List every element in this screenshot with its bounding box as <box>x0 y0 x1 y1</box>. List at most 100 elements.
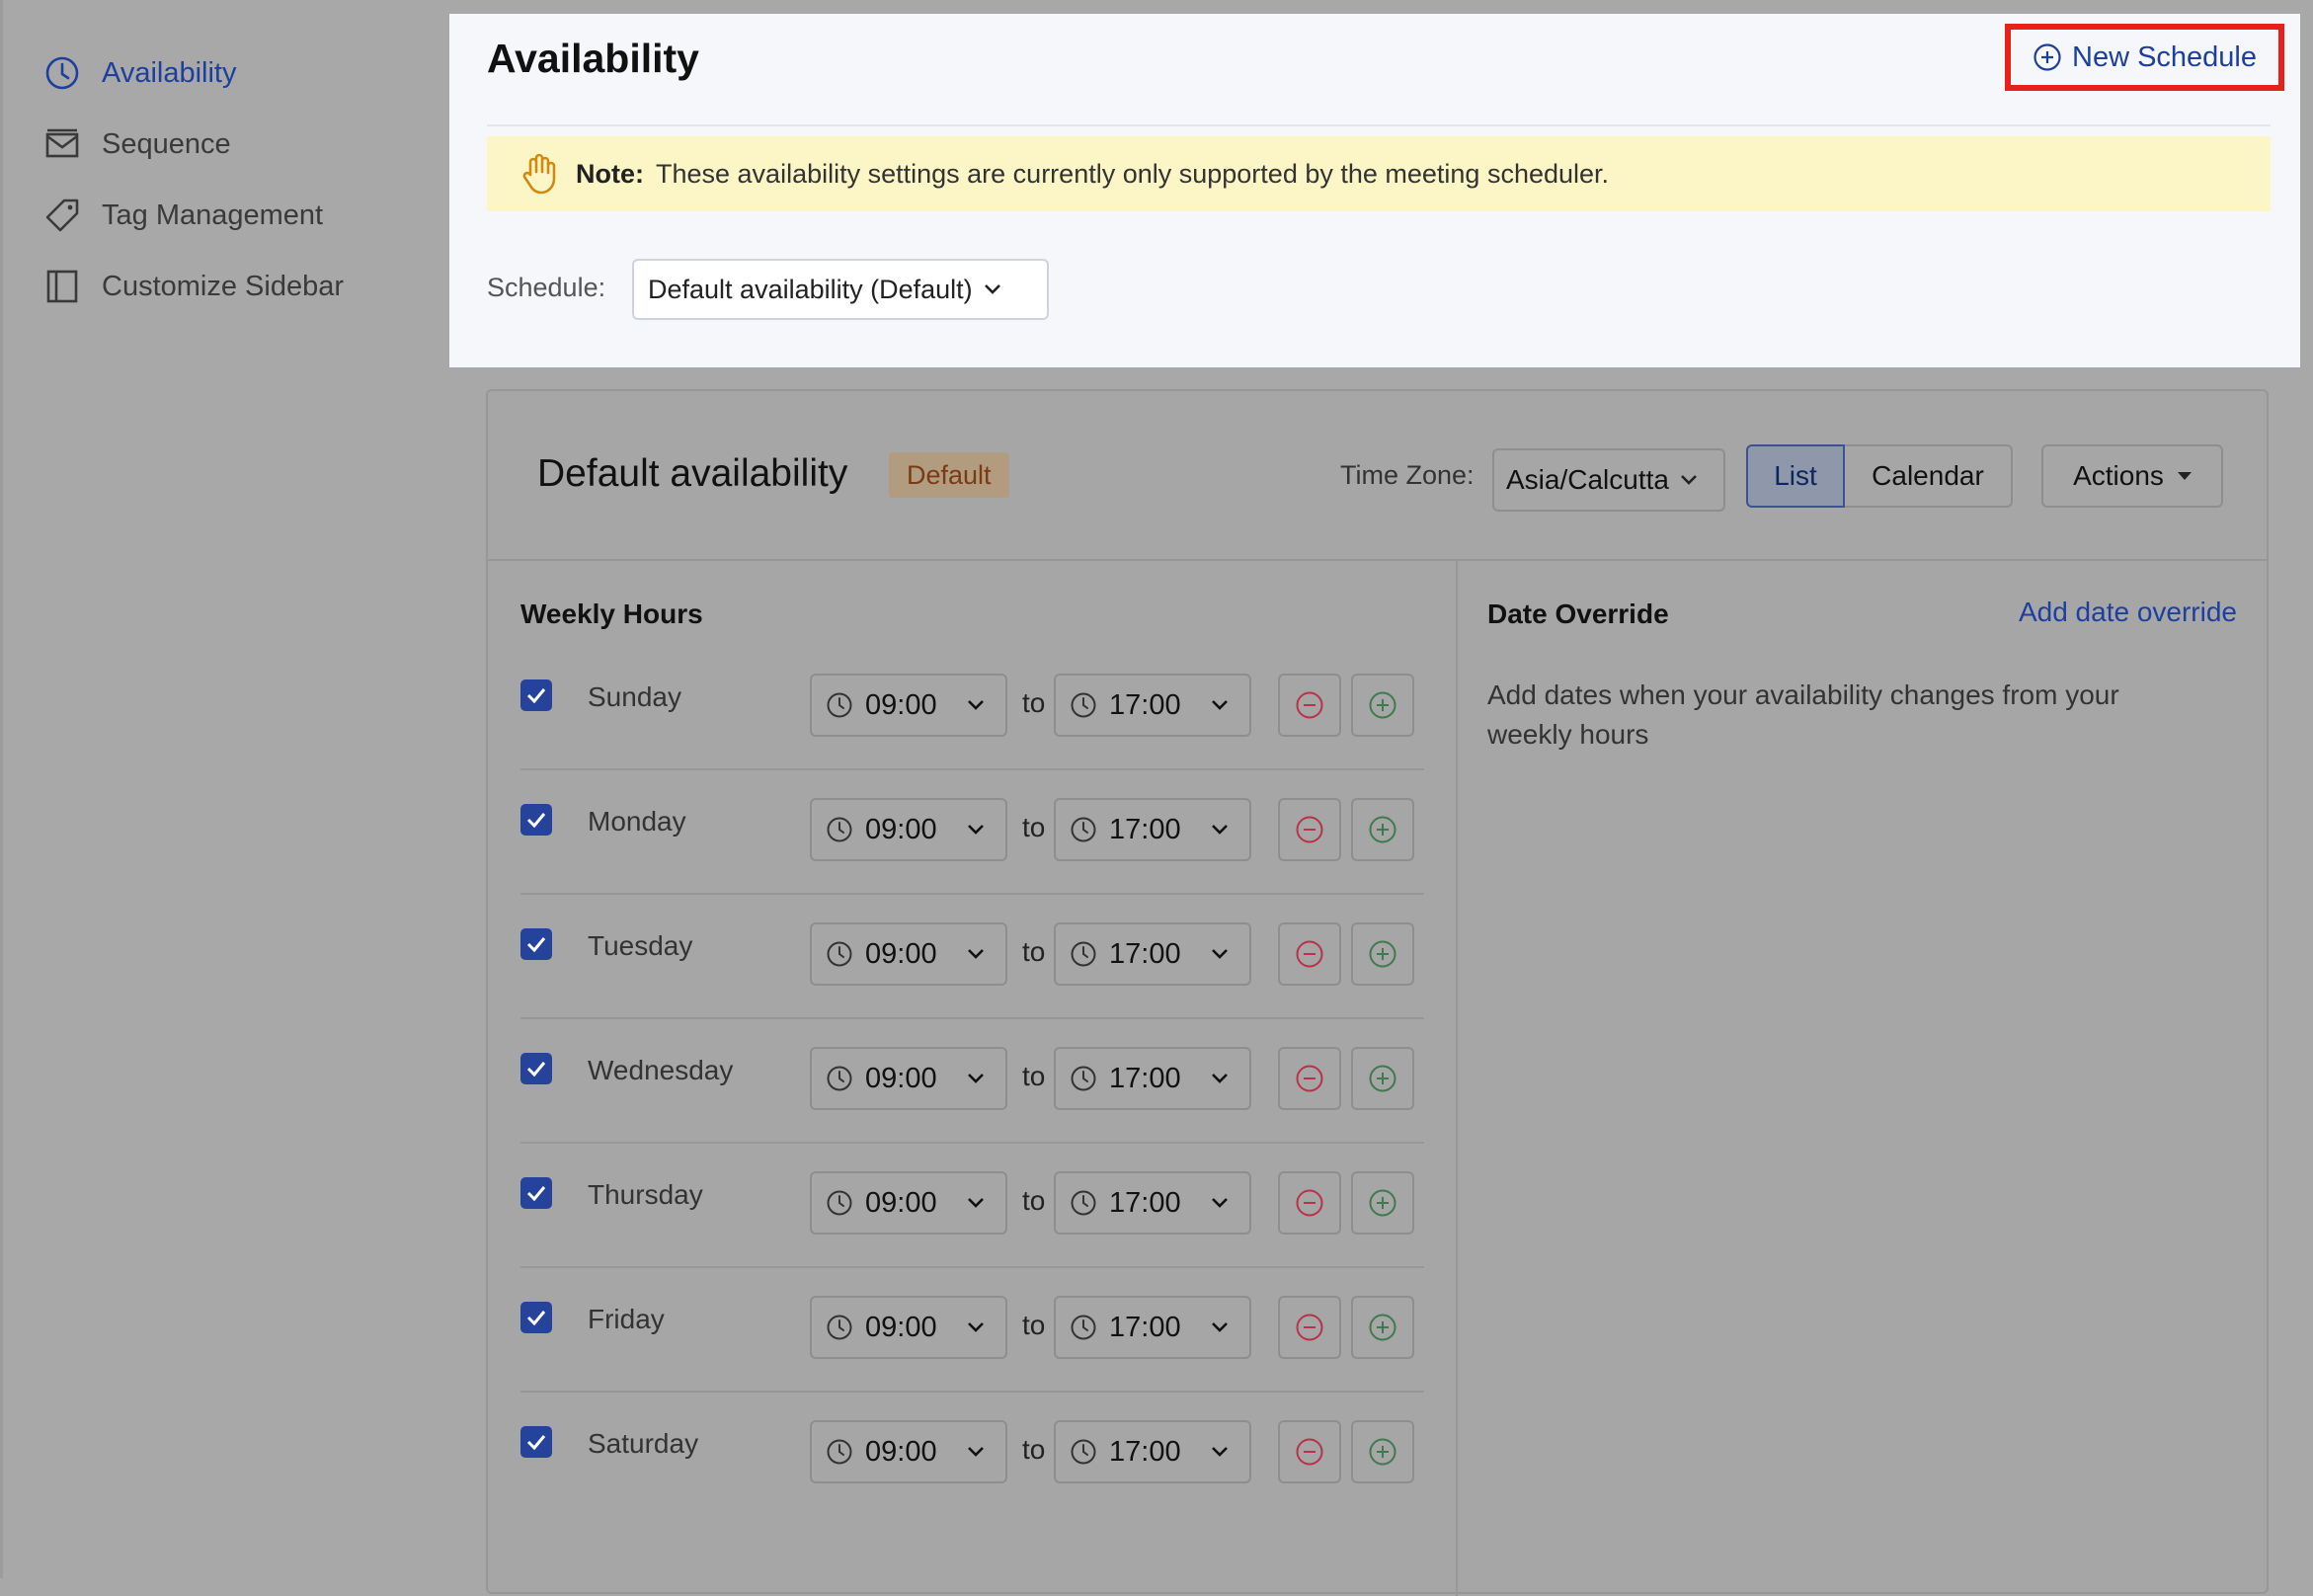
day-label: Sunday <box>588 681 681 712</box>
clock-icon <box>826 1438 853 1466</box>
day-row-friday: Friday 09:00 to 17:00 <box>520 1266 1424 1393</box>
plus-circle-icon <box>1368 690 1397 720</box>
clock-icon <box>1070 1189 1097 1217</box>
add-time-button[interactable] <box>1351 674 1414 737</box>
header-divider <box>487 124 2271 126</box>
end-time-select[interactable]: 17:00 <box>1054 922 1251 986</box>
day-checkbox[interactable] <box>520 679 552 711</box>
start-time-value: 09:00 <box>865 1311 937 1343</box>
day-label: Friday <box>588 1304 665 1334</box>
clock-icon <box>826 1314 853 1341</box>
add-time-button[interactable] <box>1351 1420 1414 1483</box>
start-time-value: 09:00 <box>865 813 937 845</box>
start-time-select[interactable]: 09:00 <box>810 798 1007 861</box>
caret-down-icon <box>2177 472 2192 480</box>
sidebar-item-customize-sidebar[interactable]: Customize Sidebar <box>42 257 344 316</box>
day-checkbox[interactable] <box>520 928 552 960</box>
clock-icon <box>1070 940 1097 968</box>
end-time-value: 17:00 <box>1109 1186 1181 1219</box>
sidebar-item-availability[interactable]: Availability <box>42 43 236 103</box>
card-header: Default availability Default Time Zone: … <box>488 391 2267 561</box>
add-time-button[interactable] <box>1351 1171 1414 1235</box>
start-time-select[interactable]: 09:00 <box>810 1171 1007 1235</box>
day-checkbox[interactable] <box>520 1302 552 1333</box>
end-time-select[interactable]: 17:00 <box>1054 798 1251 861</box>
schedule-select[interactable]: Default availability (Default) <box>632 259 1049 320</box>
remove-time-button[interactable] <box>1278 922 1341 986</box>
minus-circle-icon <box>1295 1064 1324 1093</box>
day-checkbox[interactable] <box>520 1426 552 1458</box>
start-time-select[interactable]: 09:00 <box>810 1296 1007 1359</box>
sidebar-layout-icon <box>42 267 82 306</box>
day-row-saturday: Saturday 09:00 to 17:00 <box>520 1391 1424 1515</box>
start-time-select[interactable]: 09:00 <box>810 922 1007 986</box>
sidebar-item-sequence[interactable]: Sequence <box>42 115 231 174</box>
timezone-select[interactable]: Asia/Calcutta <box>1492 448 1725 512</box>
chevron-down-icon <box>966 823 986 837</box>
end-time-select[interactable]: 17:00 <box>1054 1420 1251 1483</box>
plus-circle-icon <box>1368 1437 1397 1467</box>
clock-icon <box>1070 1065 1097 1092</box>
date-override-description: Add dates when your availability changes… <box>1487 679 2119 750</box>
availability-card: Default availability Default Time Zone: … <box>486 389 2269 1596</box>
day-checkbox[interactable] <box>520 1177 552 1209</box>
to-label: to <box>1022 1061 1046 1091</box>
plus-circle-icon <box>1368 815 1397 844</box>
remove-time-button[interactable] <box>1278 674 1341 737</box>
add-time-button[interactable] <box>1351 798 1414 861</box>
checkmark-icon <box>525 1309 547 1326</box>
remove-time-button[interactable] <box>1278 1047 1341 1110</box>
day-row-wednesday: Wednesday 09:00 to 17:00 <box>520 1017 1424 1144</box>
chevron-down-icon <box>1679 473 1699 487</box>
end-time-select[interactable]: 17:00 <box>1054 674 1251 737</box>
minus-circle-icon <box>1295 939 1324 969</box>
weekly-hours-title: Weekly Hours <box>520 598 703 629</box>
start-time-select[interactable]: 09:00 <box>810 1047 1007 1110</box>
actions-label: Actions <box>2073 460 2164 491</box>
remove-time-button[interactable] <box>1278 1296 1341 1359</box>
schedule-select-value: Default availability (Default) <box>648 274 973 304</box>
day-row-tuesday: Tuesday 09:00 to 17:00 <box>520 893 1424 1019</box>
new-schedule-button[interactable]: New Schedule <box>2005 24 2284 91</box>
clock-icon <box>1070 691 1097 719</box>
end-time-select[interactable]: 17:00 <box>1054 1171 1251 1235</box>
add-time-button[interactable] <box>1351 922 1414 986</box>
tag-icon <box>42 196 82 235</box>
clock-icon <box>1070 816 1097 843</box>
add-time-button[interactable] <box>1351 1296 1414 1359</box>
chevron-down-icon <box>1210 698 1230 712</box>
actions-button[interactable]: Actions <box>2041 444 2223 508</box>
day-checkbox[interactable] <box>520 804 552 836</box>
start-time-select[interactable]: 09:00 <box>810 1420 1007 1483</box>
note-label: Note: <box>576 158 644 189</box>
checkmark-icon <box>525 1184 547 1202</box>
chevron-down-icon <box>966 1196 986 1210</box>
add-time-button[interactable] <box>1351 1047 1414 1110</box>
hand-icon <box>520 153 558 195</box>
remove-time-button[interactable] <box>1278 798 1341 861</box>
clock-icon <box>826 691 853 719</box>
chevron-down-icon <box>1210 1320 1230 1334</box>
view-list-button[interactable]: List <box>1746 444 1845 508</box>
clock-icon <box>826 940 853 968</box>
date-override-title: Date Override <box>1487 598 1669 629</box>
end-time-select[interactable]: 17:00 <box>1054 1296 1251 1359</box>
start-time-select[interactable]: 09:00 <box>810 674 1007 737</box>
view-calendar-button[interactable]: Calendar <box>1845 444 2013 508</box>
to-label: to <box>1022 1434 1046 1465</box>
sidebar-item-tag-management[interactable]: Tag Management <box>42 186 323 245</box>
availability-header-panel: Availability New Schedule Note: These av… <box>449 14 2300 367</box>
checkmark-icon <box>525 811 547 829</box>
remove-time-button[interactable] <box>1278 1171 1341 1235</box>
start-time-value: 09:00 <box>865 688 937 721</box>
remove-time-button[interactable] <box>1278 1420 1341 1483</box>
day-checkbox[interactable] <box>520 1053 552 1084</box>
day-row-thursday: Thursday 09:00 to 17:00 <box>520 1142 1424 1268</box>
clock-icon <box>826 1189 853 1217</box>
date-override-section: Date Override Add date override Add date… <box>1458 559 2267 1596</box>
start-time-value: 09:00 <box>865 1062 937 1094</box>
checkmark-icon <box>525 686 547 704</box>
add-date-override-link[interactable]: Add date override <box>2019 597 2237 628</box>
end-time-select[interactable]: 17:00 <box>1054 1047 1251 1110</box>
clock-icon <box>826 816 853 843</box>
